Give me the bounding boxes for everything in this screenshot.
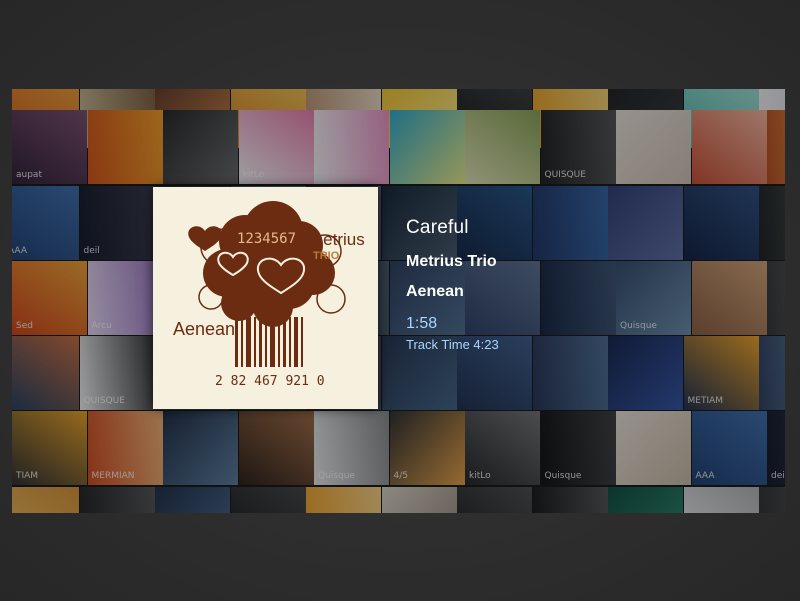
cover-album-title: Aenean: [173, 319, 235, 339]
cover-band-name: metrius: [309, 230, 365, 249]
cover-band-sub: TRIO: [313, 250, 340, 262]
cover-digits: 1234567: [237, 231, 296, 247]
now-playing-info: Careful Metrius Trio Aenean 1:58 Track T…: [406, 217, 499, 352]
artist-name: Metrius Trio: [406, 253, 497, 270]
album-name: Aenean: [406, 283, 464, 300]
wall-dim-overlay: [12, 89, 785, 513]
cover-barcode-number: 2 82 467 921 0: [215, 374, 325, 389]
elapsed-time: 1:58: [406, 315, 438, 332]
cover-artwork: 1234567 2 82 467 921 0 metrius TRIO Aene…: [153, 187, 378, 409]
track-time: Track Time 4:23: [406, 337, 499, 352]
now-playing-album-art[interactable]: 1234567 2 82 467 921 0 metrius TRIO Aene…: [153, 187, 378, 409]
album-wall: 9A 07ASCULIUSaupatkitLoQUISQUEAAAdeilSed…: [12, 89, 785, 513]
track-title: Careful: [406, 217, 469, 238]
